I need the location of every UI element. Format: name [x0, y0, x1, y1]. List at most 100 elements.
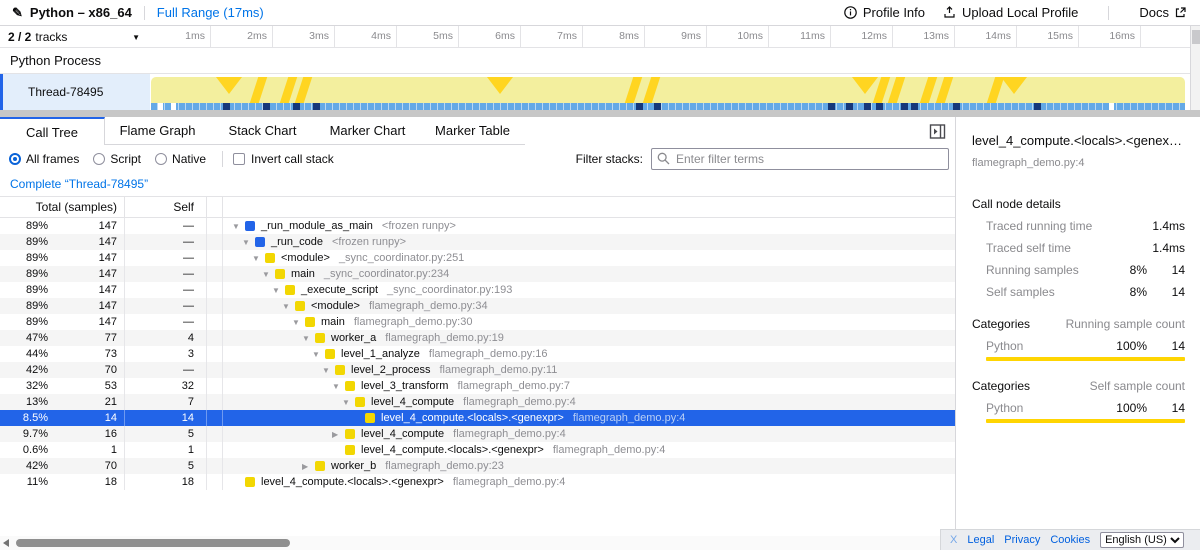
sidebar-toggle-button[interactable] — [929, 123, 947, 140]
table-row[interactable]: 47%774▼worker_aflamegraph_demo.py:19 — [0, 330, 955, 346]
file-location: flamegraph_demo.py:34 — [369, 300, 488, 312]
footer-x-link[interactable]: X — [950, 534, 957, 546]
expander-open-icon[interactable]: ▼ — [321, 366, 335, 375]
category-square-yellow — [315, 333, 325, 343]
breadcrumb-thread-link[interactable]: Complete “Thread-78495” — [10, 177, 148, 191]
footer-link-cookies[interactable]: Cookies — [1050, 534, 1090, 546]
radio-icon — [155, 153, 167, 165]
expander-open-icon[interactable]: ▼ — [311, 350, 325, 359]
row-tree-cell: ▼level_3_transformflamegraph_demo.py:7 — [223, 378, 955, 394]
category-square-yellow — [345, 381, 355, 391]
table-row[interactable]: 89%147—▼<module>flamegraph_demo.py:34 — [0, 298, 955, 314]
row-total-samples: 147 — [52, 218, 125, 234]
table-row[interactable]: 42%70—▼level_2_processflamegraph_demo.py… — [0, 362, 955, 378]
detail-label: Running samples — [986, 263, 1105, 277]
horizontal-scrollbar[interactable] — [0, 536, 955, 550]
expander-open-icon[interactable]: ▼ — [251, 254, 265, 263]
file-location: flamegraph_demo.py:19 — [385, 332, 504, 344]
filter-stacks-input[interactable] — [651, 148, 949, 170]
marker-triangle — [1001, 77, 1027, 94]
sidebar-detail-row: Traced running time1.4ms — [986, 219, 1185, 233]
language-select[interactable]: English (US) — [1100, 532, 1184, 548]
category-name: Python — [986, 339, 1105, 353]
row-self-samples: — — [125, 282, 207, 298]
table-row[interactable]: 42%705▶worker_bflamegraph_demo.py:23 — [0, 458, 955, 474]
expander-open-icon[interactable]: ▼ — [331, 382, 345, 391]
table-row[interactable]: 89%147—▼<module>_sync_coordinator.py:251 — [0, 250, 955, 266]
detail-value: 1.4ms — [1147, 219, 1185, 233]
tab-marker-chart[interactable]: Marker Chart — [315, 117, 420, 145]
table-row[interactable]: 89%147—▼_run_module_as_main<frozen runpy… — [0, 218, 955, 234]
row-total-samples: 70 — [52, 362, 125, 378]
scrollbar-thumb[interactable] — [16, 539, 290, 547]
expander-open-icon[interactable]: ▼ — [241, 238, 255, 247]
expander-closed-icon[interactable]: ▶ — [331, 430, 345, 439]
expander-open-icon[interactable]: ▼ — [261, 270, 275, 279]
thread-track-label[interactable]: Thread-78495 — [0, 74, 150, 110]
profile-title: Python – x86_64 — [30, 5, 132, 20]
column-header-total[interactable]: Total (samples) — [0, 197, 125, 217]
row-total-percent: 32% — [0, 378, 52, 394]
row-self-samples: — — [125, 234, 207, 250]
table-row[interactable]: 32%5332▼level_3_transformflamegraph_demo… — [0, 378, 955, 394]
table-row[interactable]: 0.6%11level_4_compute.<locals>.<genexpr>… — [0, 442, 955, 458]
radio-native[interactable]: Native — [155, 152, 206, 166]
table-row[interactable]: 89%147—▼main_sync_coordinator.py:234 — [0, 266, 955, 282]
row-total-percent: 8.5% — [0, 410, 52, 426]
function-name: _run_code — [271, 236, 323, 248]
invert-call-stack-checkbox[interactable]: Invert call stack — [233, 152, 334, 166]
detail-value: 14 — [1147, 263, 1185, 277]
docs-button[interactable]: Docs — [1139, 5, 1186, 20]
radio-script[interactable]: Script — [93, 152, 141, 166]
track-python-process[interactable]: Python Process — [0, 48, 1190, 74]
table-row[interactable]: 44%733▼level_1_analyzeflamegraph_demo.py… — [0, 346, 955, 362]
column-header-self[interactable]: Self — [125, 197, 207, 217]
sample-dark-segment — [953, 103, 960, 110]
row-self-samples: — — [125, 266, 207, 282]
table-row[interactable]: 13%217▼level_4_computeflamegraph_demo.py… — [0, 394, 955, 410]
row-icon-cell — [207, 378, 223, 394]
table-row[interactable]: 11%1818level_4_compute.<locals>.<genexpr… — [0, 474, 955, 490]
thread-track-canvas[interactable] — [150, 74, 1186, 110]
expander-open-icon[interactable]: ▼ — [271, 286, 285, 295]
sample-gap — [171, 103, 176, 110]
expander-open-icon[interactable]: ▼ — [281, 302, 295, 311]
footer-link-legal[interactable]: Legal — [967, 534, 994, 546]
tab-marker-table[interactable]: Marker Table — [420, 117, 525, 145]
category-square-yellow — [345, 429, 355, 439]
tab-call-tree[interactable]: Call Tree — [0, 117, 105, 145]
tab-flame-graph[interactable]: Flame Graph — [105, 117, 210, 145]
tab-stack-chart[interactable]: Stack Chart — [210, 117, 315, 145]
upload-profile-button[interactable]: Upload Local Profile — [943, 5, 1078, 20]
scroll-left-arrow[interactable] — [3, 539, 9, 547]
profile-name-button[interactable]: ✎ Python – x86_64 — [12, 5, 132, 21]
table-row[interactable]: 89%147—▼_execute_script_sync_coordinator… — [0, 282, 955, 298]
row-icon-cell — [207, 426, 223, 442]
function-name: level_1_analyze — [341, 348, 420, 360]
ruler-tick: 14ms — [955, 26, 1017, 48]
radio-all-frames[interactable]: All frames — [9, 152, 79, 166]
table-row[interactable]: 89%147—▼mainflamegraph_demo.py:30 — [0, 314, 955, 330]
tracks-dropdown-button[interactable]: 2 / 2 tracks ▼ — [8, 26, 148, 48]
track-thread[interactable]: Thread-78495 — [0, 74, 1190, 110]
expander-closed-icon[interactable]: ▶ — [301, 462, 315, 471]
sample-dark-segment — [313, 103, 320, 110]
top-bar: ✎ Python – x86_64 Full Range (17ms) Prof… — [0, 0, 1200, 26]
expander-open-icon[interactable]: ▼ — [291, 318, 305, 327]
expander-open-icon[interactable]: ▼ — [231, 222, 245, 231]
expander-open-icon[interactable]: ▼ — [341, 398, 355, 407]
sample-dark-segment — [846, 103, 853, 110]
detail-percent: 8% — [1105, 285, 1147, 299]
row-icon-cell — [207, 234, 223, 250]
ruler-tick: 8ms — [583, 26, 645, 48]
expander-open-icon[interactable]: ▼ — [301, 334, 315, 343]
full-range-link[interactable]: Full Range (17ms) — [157, 5, 264, 20]
radio-label: Native — [172, 152, 206, 166]
footer-link-privacy[interactable]: Privacy — [1004, 534, 1040, 546]
profile-info-button[interactable]: Profile Info — [844, 5, 925, 20]
table-row[interactable]: 89%147—▼_run_code<frozen runpy> — [0, 234, 955, 250]
table-row[interactable]: 8.5%1414level_4_compute.<locals>.<genexp… — [0, 410, 955, 426]
table-row[interactable]: 9.7%165▶level_4_computeflamegraph_demo.p… — [0, 426, 955, 442]
function-name: level_4_compute.<locals>.<genexpr> — [381, 412, 564, 424]
row-self-samples: 5 — [125, 458, 207, 474]
